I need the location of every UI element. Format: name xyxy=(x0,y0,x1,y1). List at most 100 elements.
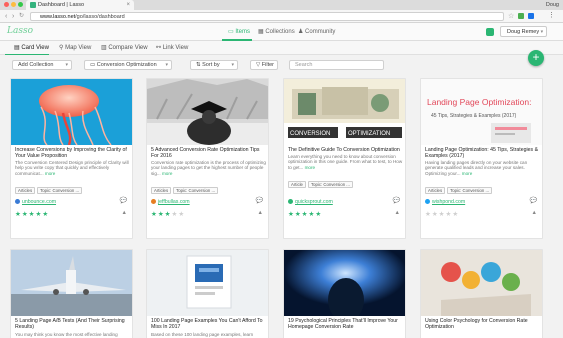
star-icon[interactable]: ★ xyxy=(452,211,459,218)
filter-button[interactable]: ▽ Filter xyxy=(250,60,278,70)
user-menu-name: Doug Remey xyxy=(507,29,540,35)
card-source-link[interactable]: wishpond.com xyxy=(425,199,465,205)
card-rating[interactable]: ★★★★★ xyxy=(425,210,459,218)
tag-chip[interactable]: Articles xyxy=(151,187,172,194)
card-rating[interactable]: ★★★★★ xyxy=(15,210,49,218)
card-view-icon: ▤ xyxy=(14,45,20,51)
view-card[interactable]: ▤ Card View xyxy=(5,44,49,56)
comment-icon[interactable]: 💬 xyxy=(120,197,127,204)
comment-icon[interactable]: 💬 xyxy=(393,197,400,204)
map-pin-icon: ⚲ xyxy=(59,45,64,51)
card-tags: Articles Topic: Conversion ... xyxy=(425,179,494,194)
user-menu[interactable]: Doug Remey ▾ xyxy=(500,26,547,37)
comment-icon[interactable]: 💬 xyxy=(256,197,263,204)
tag-chip[interactable]: Topic: Conversion ... xyxy=(37,187,83,194)
more-link[interactable]: more xyxy=(462,171,472,176)
card-title[interactable]: 19 Psychological Principles That'll Impr… xyxy=(288,318,403,330)
app-logo[interactable]: Lasso xyxy=(7,26,33,36)
comment-icon[interactable]: 💬 xyxy=(530,197,537,204)
browser-profile-name[interactable]: Doug xyxy=(546,0,559,10)
privacy-icon[interactable]: ▲ xyxy=(532,210,537,216)
item-card[interactable]: CONVERSION OPTIMIZATION The Definitive G… xyxy=(283,78,406,239)
card-description: Learn everything you need to know about … xyxy=(288,154,403,170)
star-icon[interactable]: ★ xyxy=(425,211,432,218)
tag-chip[interactable]: Topic: Conversion ... xyxy=(447,187,493,194)
back-icon[interactable]: ‹ xyxy=(5,11,7,22)
view-compare[interactable]: ▥ Compare View xyxy=(101,44,148,51)
privacy-icon[interactable]: ▲ xyxy=(122,210,127,216)
item-card[interactable]: Using Color Psychology for Conversion Ra… xyxy=(420,249,543,338)
card-title[interactable]: The Definitive Guide To Conversion Optim… xyxy=(288,147,403,153)
card-title[interactable]: 100 Landing Page Examples You Can't Affo… xyxy=(151,318,266,330)
reload-icon[interactable]: ↻ xyxy=(19,11,24,22)
card-title[interactable]: Landing Page Optimization: 45 Tips, Stra… xyxy=(425,147,540,159)
tab-items-label: Items xyxy=(235,29,251,35)
bookmark-star-icon[interactable]: ☆ xyxy=(508,11,514,22)
item-card[interactable]: Landing Page Optimization: 45 Tips, Stra… xyxy=(420,78,543,239)
item-card[interactable]: 100 Landing Page Examples You Can't Affo… xyxy=(146,249,269,338)
view-link[interactable]: ⚯ Link View xyxy=(156,44,188,51)
item-card[interactable]: 5 Landing Page A/B Tests (And Their Surp… xyxy=(10,249,133,338)
tab-collections[interactable]: ▦ Collections xyxy=(258,28,295,35)
item-card[interactable]: 5 Advanced Conversion Rate Optimization … xyxy=(146,78,269,239)
star-icon[interactable]: ★ xyxy=(315,211,322,218)
tab-items[interactable]: ▭ Items xyxy=(221,28,253,41)
tab-community[interactable]: ♟ Community xyxy=(298,28,335,35)
banner-title: Landing Page Optimization: xyxy=(427,97,531,107)
browser-tab-title: Dashboard | Lasso xyxy=(38,2,85,8)
star-icon[interactable]: ★ xyxy=(42,211,49,218)
star-icon[interactable]: ★ xyxy=(158,211,165,218)
star-icon[interactable]: ★ xyxy=(295,211,302,218)
add-collection-button[interactable]: Add Collection ▾ xyxy=(12,60,72,70)
more-link[interactable]: more xyxy=(305,165,315,170)
collection-select[interactable]: ▭ Conversion Optimization ▾ xyxy=(84,60,172,70)
item-card[interactable]: Increase Conversions by Improving the Cl… xyxy=(10,78,133,239)
star-icon[interactable]: ★ xyxy=(15,211,22,218)
view-map[interactable]: ⚲ Map View xyxy=(59,44,91,51)
maximize-window-icon[interactable] xyxy=(18,2,23,7)
close-tab-icon[interactable]: × xyxy=(126,0,130,10)
star-icon[interactable]: ★ xyxy=(22,211,29,218)
card-title[interactable]: Using Color Psychology for Conversion Ra… xyxy=(425,318,540,330)
search-input[interactable]: Search xyxy=(289,60,384,70)
forward-icon[interactable]: › xyxy=(12,11,14,22)
card-image-jellyfish xyxy=(11,79,132,145)
star-icon[interactable]: ★ xyxy=(288,211,295,218)
banner-subtitle: 45 Tips, Strategies & Examples (2017) xyxy=(431,113,517,119)
brain-glow-illustration xyxy=(284,250,405,316)
notifications-icon[interactable] xyxy=(486,28,494,36)
card-source-link[interactable]: unbounce.com xyxy=(15,199,56,205)
view-switcher: ▤ Card View ⚲ Map View ▥ Compare View ⚯ … xyxy=(0,41,563,56)
add-item-button[interactable]: + xyxy=(528,50,544,66)
url-field[interactable]: www.lasso.net/go/lasso/dashboard xyxy=(30,12,504,21)
tag-chip[interactable]: Articles xyxy=(15,187,36,194)
card-source-link[interactable]: jeffbullas.com xyxy=(151,199,190,205)
privacy-icon[interactable]: ▲ xyxy=(258,210,263,216)
card-title[interactable]: Increase Conversions by Improving the Cl… xyxy=(15,147,130,159)
star-icon[interactable]: ★ xyxy=(432,211,439,218)
card-rating[interactable]: ★★★★★ xyxy=(151,210,185,218)
item-card[interactable]: 19 Psychological Principles That'll Impr… xyxy=(283,249,406,338)
star-icon[interactable]: ★ xyxy=(178,211,185,218)
sort-select[interactable]: ⇅ Sort by ▾ xyxy=(190,60,238,70)
address-bar: ‹ › ↻ www.lasso.net/go/lasso/dashboard ☆… xyxy=(0,10,563,23)
card-title[interactable]: 5 Advanced Conversion Rate Optimization … xyxy=(151,147,266,159)
more-link[interactable]: more xyxy=(45,171,55,176)
card-source-link[interactable]: quicksprout.com xyxy=(288,199,333,205)
close-window-icon[interactable] xyxy=(4,2,9,7)
tag-chip[interactable]: Topic: Conversion ... xyxy=(307,181,353,188)
tag-chip[interactable]: Articles xyxy=(425,187,446,194)
minimize-window-icon[interactable] xyxy=(11,2,16,7)
tag-chip[interactable]: Topic: Conversion ... xyxy=(173,187,219,194)
privacy-icon[interactable]: ▲ xyxy=(395,210,400,216)
app-header: Lasso ▭ Items ▦ Collections ♟ Community … xyxy=(0,23,563,41)
tag-chip[interactable]: Article xyxy=(288,181,306,188)
browser-menu-icon[interactable]: ⋮ xyxy=(548,10,555,22)
more-link[interactable]: more xyxy=(162,171,172,176)
extension-icon[interactable] xyxy=(518,13,524,19)
star-icon[interactable]: ★ xyxy=(151,211,158,218)
browser-tab[interactable]: Dashboard | Lasso × xyxy=(26,0,134,10)
card-title[interactable]: 5 Landing Page A/B Tests (And Their Surp… xyxy=(15,318,130,330)
extension-icon-2[interactable] xyxy=(528,13,534,19)
card-rating[interactable]: ★★★★★ xyxy=(288,210,322,218)
